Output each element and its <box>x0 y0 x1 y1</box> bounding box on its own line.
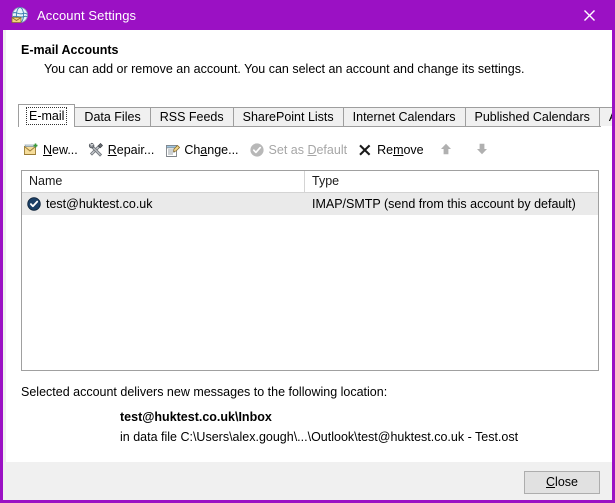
column-header-name[interactable]: Name <box>22 171 305 192</box>
tab-address-books[interactable]: Address Books <box>598 107 612 126</box>
tab-email-label: E-mail <box>25 107 68 125</box>
accounts-toolbar: New... Repair... Change... Set as Defaul… <box>20 138 497 162</box>
repair-account-button[interactable]: Repair... <box>85 139 162 161</box>
delivery-intro-label: Selected account delivers new messages t… <box>21 385 388 399</box>
new-envelope-icon <box>23 142 39 158</box>
tab-rss-feeds-label: RSS Feeds <box>159 110 224 124</box>
change-account-label: Change... <box>184 143 239 157</box>
change-account-button[interactable]: Change... <box>161 139 245 161</box>
page-title: E-mail Accounts <box>21 43 119 57</box>
default-account-check-icon <box>27 197 41 211</box>
tab-data-files[interactable]: Data Files <box>74 107 151 126</box>
close-icon <box>583 9 595 21</box>
close-button[interactable]: Close <box>524 471 600 494</box>
title-bar: Account Settings <box>3 0 612 30</box>
remove-x-icon <box>357 142 373 158</box>
set-as-default-button[interactable]: Set as Default <box>246 139 355 161</box>
tab-data-files-label: Data Files <box>84 110 141 124</box>
change-properties-icon <box>164 142 181 158</box>
set-as-default-label: Set as Default <box>268 143 348 157</box>
table-row[interactable]: test@huktest.co.uk IMAP/SMTP (send from … <box>22 193 598 215</box>
dialog-content: E-mail Accounts You can add or remove an… <box>6 30 612 462</box>
tab-internet-calendars-label: Internet Calendars <box>352 110 456 124</box>
repair-tools-icon <box>88 142 104 158</box>
tab-internet-calendars[interactable]: Internet Calendars <box>342 107 466 126</box>
outlook-accounts-icon <box>11 6 29 24</box>
delivery-datafile-value: in data file C:\Users\alex.gough\...\Out… <box>120 430 519 444</box>
accounts-list-header: Name Type <box>22 171 598 193</box>
remove-account-button[interactable]: Remove <box>354 139 431 161</box>
tab-rss-feeds[interactable]: RSS Feeds <box>149 107 234 126</box>
new-account-label: New... <box>43 143 78 157</box>
account-type-cell: IMAP/SMTP (send from this account by def… <box>312 197 576 211</box>
remove-account-label: Remove <box>377 143 424 157</box>
accounts-list[interactable]: Name Type test@huktest.co.uk IMAP/SMTP (… <box>21 170 599 371</box>
page-description: You can add or remove an account. You ca… <box>44 62 525 76</box>
dialog-footer: Close <box>6 462 612 500</box>
check-circle-icon <box>249 142 265 158</box>
tab-published-calendars-label: Published Calendars <box>474 110 590 124</box>
arrow-up-icon <box>439 142 455 158</box>
delivery-location-value: test@huktest.co.uk\Inbox <box>120 410 272 424</box>
tab-sharepoint-lists-label: SharePoint Lists <box>242 110 334 124</box>
tab-address-books-label: Address Books <box>609 110 612 124</box>
new-account-button[interactable]: New... <box>20 139 85 161</box>
tab-email[interactable]: E-mail <box>18 104 76 127</box>
move-up-button[interactable] <box>431 139 467 161</box>
tab-sharepoint-lists[interactable]: SharePoint Lists <box>232 107 344 126</box>
arrow-down-icon <box>475 142 491 158</box>
close-window-button[interactable] <box>566 0 612 30</box>
account-name-cell: test@huktest.co.uk <box>22 197 305 211</box>
tab-strip: E-mail Data Files RSS Feeds SharePoint L… <box>18 104 612 127</box>
column-header-type[interactable]: Type <box>305 171 598 192</box>
repair-account-label: Repair... <box>107 143 155 157</box>
account-settings-window: Account Settings E-mail Accounts You can… <box>0 0 615 503</box>
account-name-text: test@huktest.co.uk <box>46 197 153 211</box>
window-title: Account Settings <box>37 7 137 23</box>
tab-published-calendars[interactable]: Published Calendars <box>464 107 600 126</box>
move-down-button[interactable] <box>467 139 497 161</box>
